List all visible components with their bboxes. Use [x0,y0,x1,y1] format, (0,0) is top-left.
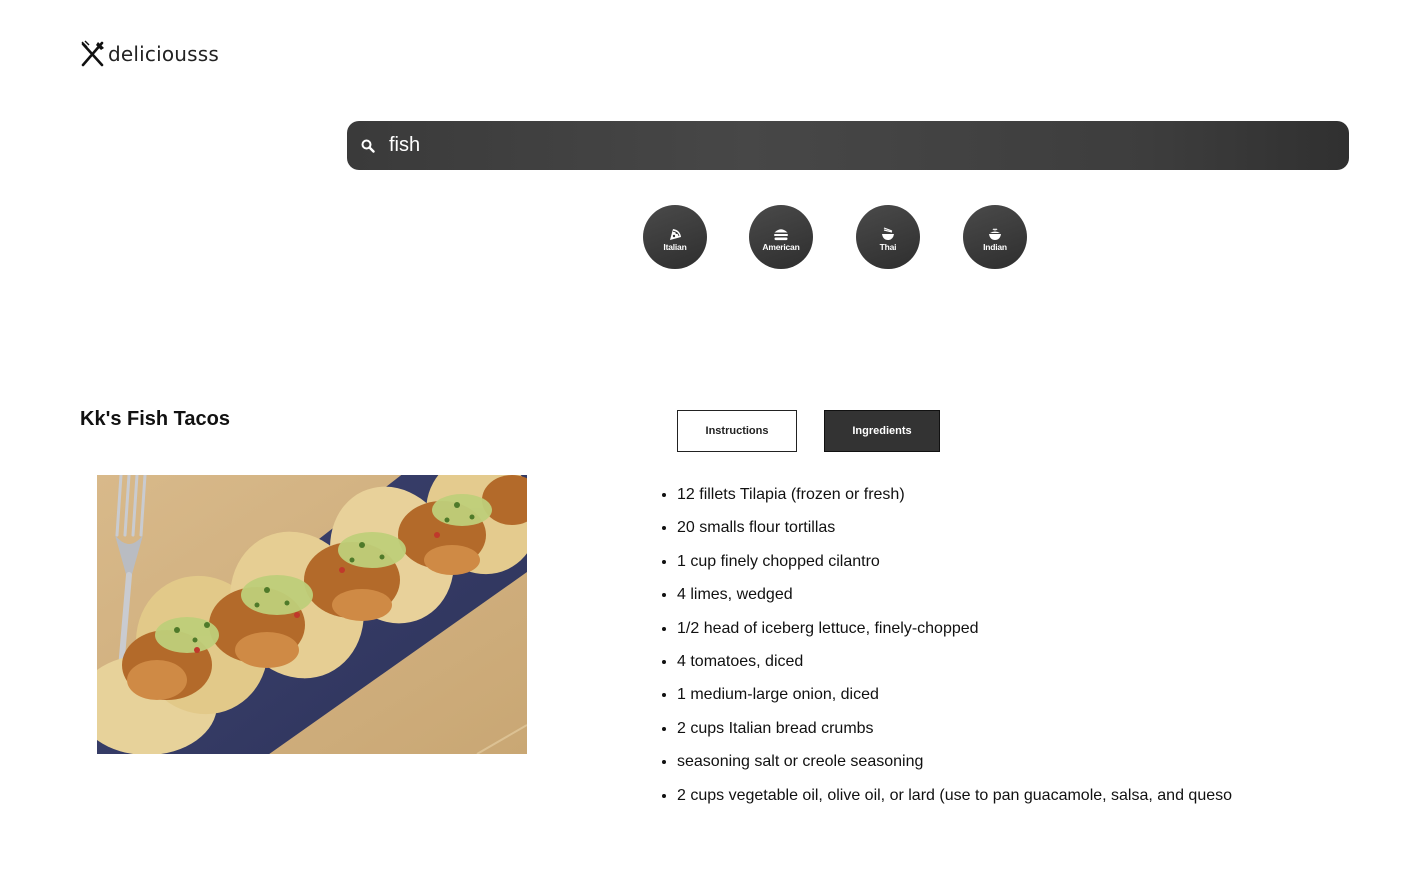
noodle-bowl-icon [882,226,894,240]
brand-name: deliciousss [108,42,220,66]
category-indian[interactable]: Indian [963,205,1027,269]
list-item: 20 smalls flour tortillas [677,511,1232,544]
category-italian[interactable]: Italian [643,205,707,269]
list-item: 1 cup finely chopped cilantro [677,545,1232,578]
list-item: 12 fillets Tilapia (frozen or fresh) [677,478,1232,511]
tab-instructions[interactable]: Instructions [677,410,797,452]
category-label: Indian [983,241,1007,252]
curry-bowl-icon [989,228,1001,240]
fork-knife-icon [81,40,104,67]
list-item: 1/2 head of iceberg lettuce, finely-chop… [677,612,1232,645]
category-list: Italian American Thai Indian [0,205,1411,269]
category-label: Italian [663,241,687,252]
category-label: American [762,241,800,252]
ingredients-list: 12 fillets Tilapia (frozen or fresh) 20 … [636,478,1232,812]
search-input[interactable] [387,133,1291,158]
logo[interactable]: deliciousss [80,40,219,68]
recipe-title: Kk's Fish Tacos [80,408,230,430]
category-american[interactable]: American [749,205,813,269]
tab-ingredients[interactable]: Ingredients [824,410,940,452]
recipe-image [97,475,527,754]
search-bar[interactable] [347,121,1349,170]
list-item: 1 medium-large onion, diced [677,678,1232,711]
list-item: 2 cups Italian bread crumbs [677,712,1232,745]
category-thai[interactable]: Thai [856,205,920,269]
pizza-icon [670,228,681,240]
list-item: 4 limes, wedged [677,578,1232,611]
category-label: Thai [879,241,897,252]
list-item: seasoning salt or creole seasoning [677,745,1232,778]
list-item: 4 tomatoes, diced [677,645,1232,678]
burger-icon [774,228,788,240]
search-icon [361,139,375,153]
list-item: 2 cups vegetable oil, olive oil, or lard… [677,779,1232,812]
